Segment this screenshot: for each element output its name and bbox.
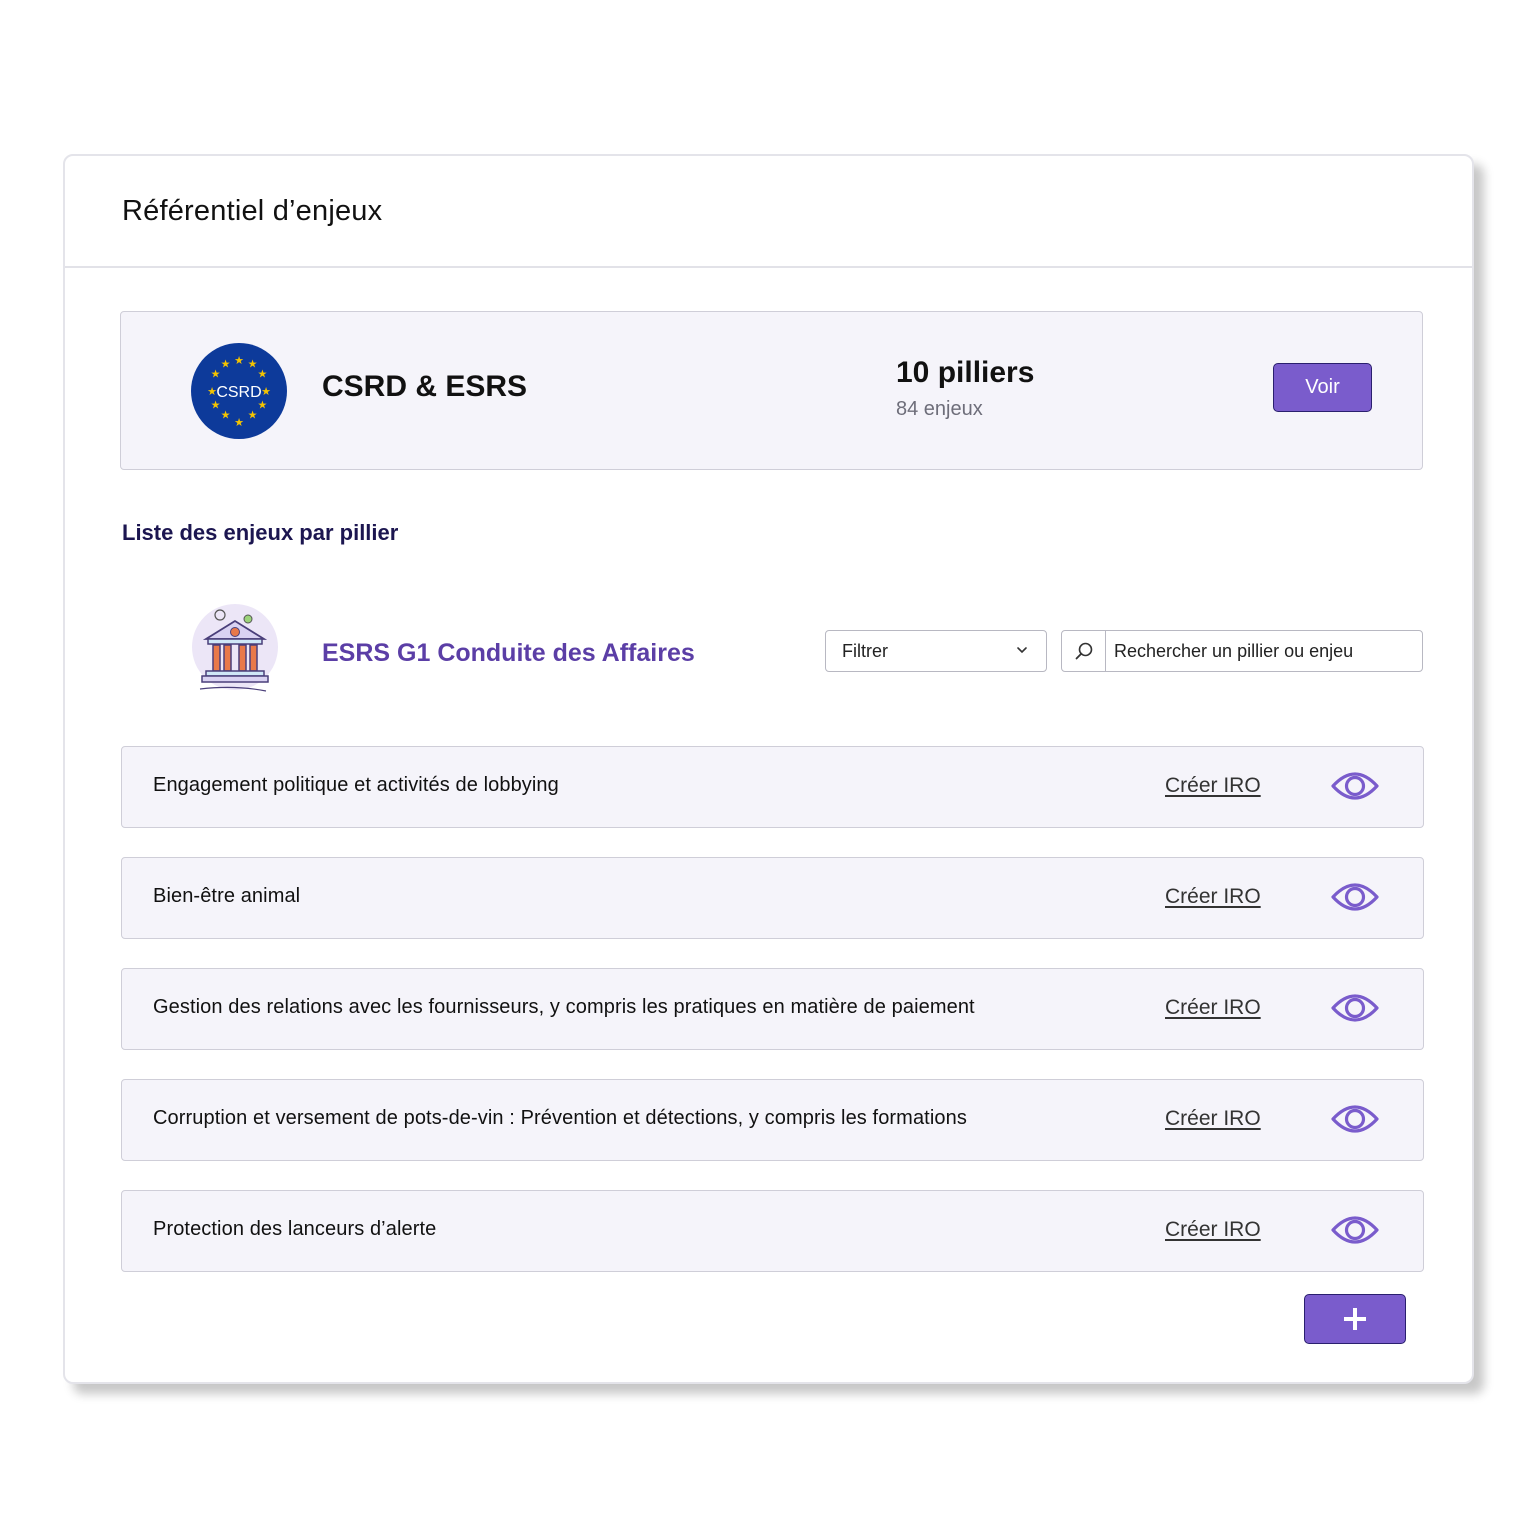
create-iro-link[interactable]: Créer IRO [1165, 774, 1261, 798]
search-box [1061, 630, 1423, 672]
eye-icon[interactable] [1330, 988, 1380, 1028]
issue-row: Corruption et versement de pots-de-vin :… [121, 1079, 1424, 1161]
svg-text:★: ★ [257, 368, 267, 381]
issue-label: Engagement politique et activités de lob… [153, 774, 559, 796]
svg-text:★: ★ [234, 416, 244, 429]
eye-icon[interactable] [1330, 766, 1380, 806]
eu-flag-icon: ★ ★ ★ ★ ★ ★ ★ ★ ★ ★ ★ ★ CSRD [191, 343, 287, 439]
add-issue-button[interactable] [1304, 1294, 1406, 1344]
issue-row: Bien-être animal Créer IRO [121, 857, 1424, 939]
svg-text:★: ★ [261, 385, 271, 398]
eye-icon[interactable] [1330, 1099, 1380, 1139]
issue-label: Protection des lanceurs d’alerte [153, 1218, 437, 1240]
issue-label: Corruption et versement de pots-de-vin :… [153, 1107, 967, 1129]
create-iro-link[interactable]: Créer IRO [1165, 1218, 1261, 1242]
panel-header: Référentiel d’enjeux [65, 156, 1472, 268]
svg-text:★: ★ [248, 408, 258, 421]
filter-label: Filtrer [842, 640, 888, 661]
issues-referential-panel: Référentiel d’enjeux ★ ★ ★ ★ ★ ★ ★ ★ ★ ★… [63, 154, 1474, 1384]
view-framework-button[interactable]: Voir [1273, 363, 1372, 412]
framework-card: ★ ★ ★ ★ ★ ★ ★ ★ ★ ★ ★ ★ CSRD CSRD & ESRS… [120, 311, 1423, 470]
chevron-down-icon [1017, 647, 1027, 654]
svg-text:★: ★ [211, 368, 221, 381]
search-icon[interactable] [1062, 631, 1106, 671]
search-input[interactable] [1106, 640, 1406, 662]
create-iro-link[interactable]: Créer IRO [1165, 996, 1261, 1020]
pillars-count: 10 pilliers [896, 356, 1035, 389]
svg-text:★: ★ [248, 358, 258, 371]
issue-row: Protection des lanceurs d’alerte Créer I… [121, 1190, 1424, 1272]
svg-text:★: ★ [234, 354, 244, 367]
eu-logo-text: CSRD [216, 384, 261, 401]
create-iro-link[interactable]: Créer IRO [1165, 885, 1261, 909]
eye-icon[interactable] [1330, 877, 1380, 917]
bank-building-icon [192, 604, 278, 692]
svg-text:★: ★ [221, 358, 231, 371]
issue-label: Gestion des relations avec les fournisse… [153, 996, 975, 1018]
issue-row: Gestion des relations avec les fournisse… [121, 968, 1424, 1050]
filter-dropdown[interactable]: Filtrer [825, 630, 1047, 672]
page-title: Référentiel d’enjeux [122, 194, 383, 227]
issue-row: Engagement politique et activités de lob… [121, 746, 1424, 828]
svg-text:★: ★ [221, 408, 231, 421]
issue-label: Bien-être animal [153, 885, 301, 907]
issues-count: 84 enjeux [896, 398, 983, 420]
framework-name: CSRD & ESRS [322, 370, 528, 403]
pillar-title: ESRS G1 Conduite des Affaires [322, 639, 695, 667]
create-iro-link[interactable]: Créer IRO [1165, 1107, 1261, 1131]
section-title: Liste des enjeux par pillier [122, 520, 399, 545]
eye-icon[interactable] [1330, 1210, 1380, 1250]
plus-icon [1344, 1308, 1366, 1330]
